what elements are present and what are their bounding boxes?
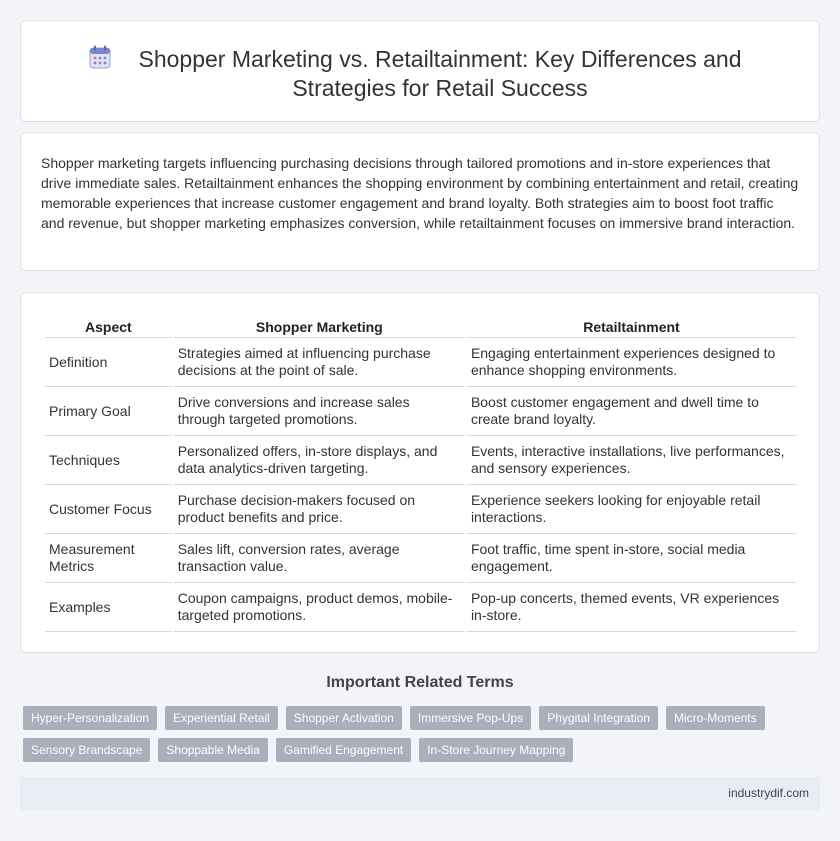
footer-site-link[interactable]: industrydif.com <box>728 786 809 800</box>
related-term-tag[interactable]: Experiential Retail <box>165 706 278 730</box>
retailtainment-cell: Events, interactive installations, live … <box>466 436 796 485</box>
table-header-row: Aspect Shopper Marketing Retailtainment <box>45 315 796 338</box>
table-row: Measurement Metrics Sales lift, conversi… <box>45 534 796 583</box>
intro-card: Shopper marketing targets influencing pu… <box>20 132 820 271</box>
footer: industrydif.com <box>20 777 820 810</box>
comparison-table: Aspect Shopper Marketing Retailtainment … <box>43 315 798 632</box>
related-term-tag[interactable]: Shoppable Media <box>158 738 268 762</box>
table-row: Techniques Personalized offers, in-store… <box>45 436 796 485</box>
related-terms-title: Important Related Terms <box>326 674 514 691</box>
shopper-marketing-cell: Drive conversions and increase sales thr… <box>173 387 465 436</box>
related-term-tag[interactable]: Micro-Moments <box>665 706 765 730</box>
intro-paragraph: Shopper marketing targets influencing pu… <box>41 155 799 231</box>
page-title: Shopper Marketing vs. Retailtainment: Ke… <box>138 46 742 101</box>
related-term-tag[interactable]: Phygital Integration <box>539 706 658 730</box>
table-row: Primary Goal Drive conversions and incre… <box>45 387 796 436</box>
table-row: Examples Coupon campaigns, product demos… <box>45 583 796 632</box>
related-term-tag[interactable]: Hyper-Personalization <box>23 706 158 730</box>
retailtainment-cell: Engaging entertainment experiences desig… <box>466 338 796 387</box>
aspect-cell: Techniques <box>45 436 172 485</box>
retailtainment-cell: Experience seekers looking for enjoyable… <box>466 485 796 534</box>
related-terms-list: Hyper-Personalization Experiential Retai… <box>23 706 803 770</box>
shopper-marketing-cell: Sales lift, conversion rates, average tr… <box>173 534 465 583</box>
shopper-marketing-cell: Coupon campaigns, product demos, mobile-… <box>173 583 465 632</box>
shopper-marketing-cell: Strategies aimed at influencing purchase… <box>173 338 465 387</box>
aspect-cell: Customer Focus <box>45 485 172 534</box>
header-shopper-marketing: Shopper Marketing <box>173 315 465 338</box>
comparison-card: Aspect Shopper Marketing Retailtainment … <box>20 292 820 653</box>
header-retailtainment: Retailtainment <box>466 315 796 338</box>
table-row: Definition Strategies aimed at influenci… <box>45 338 796 387</box>
tag-row: Sensory Brandscape Shoppable Media Gamif… <box>23 738 803 762</box>
related-term-tag[interactable]: Gamified Engagement <box>275 738 412 762</box>
related-term-tag[interactable]: Immersive Pop-Ups <box>409 706 532 730</box>
related-term-tag[interactable]: Shopper Activation <box>285 706 402 730</box>
aspect-cell: Measurement Metrics <box>45 534 172 583</box>
retailtainment-cell: Pop-up concerts, themed events, VR exper… <box>466 583 796 632</box>
aspect-cell: Examples <box>45 583 172 632</box>
retailtainment-cell: Foot traffic, time spent in-store, socia… <box>466 534 796 583</box>
table-row: Customer Focus Purchase decision-makers … <box>45 485 796 534</box>
shopper-marketing-cell: Purchase decision-makers focused on prod… <box>173 485 465 534</box>
tag-row: Hyper-Personalization Experiential Retai… <box>23 706 803 730</box>
aspect-cell: Definition <box>45 338 172 387</box>
title-card: Shopper Marketing vs. Retailtainment: Ke… <box>20 20 820 122</box>
related-term-tag[interactable]: In-Store Journey Mapping <box>419 738 574 762</box>
related-term-tag[interactable]: Sensory Brandscape <box>23 738 151 762</box>
retailtainment-cell: Boost customer engagement and dwell time… <box>466 387 796 436</box>
aspect-cell: Primary Goal <box>45 387 172 436</box>
shopper-marketing-cell: Personalized offers, in-store displays, … <box>173 436 465 485</box>
header-aspect: Aspect <box>45 315 172 338</box>
